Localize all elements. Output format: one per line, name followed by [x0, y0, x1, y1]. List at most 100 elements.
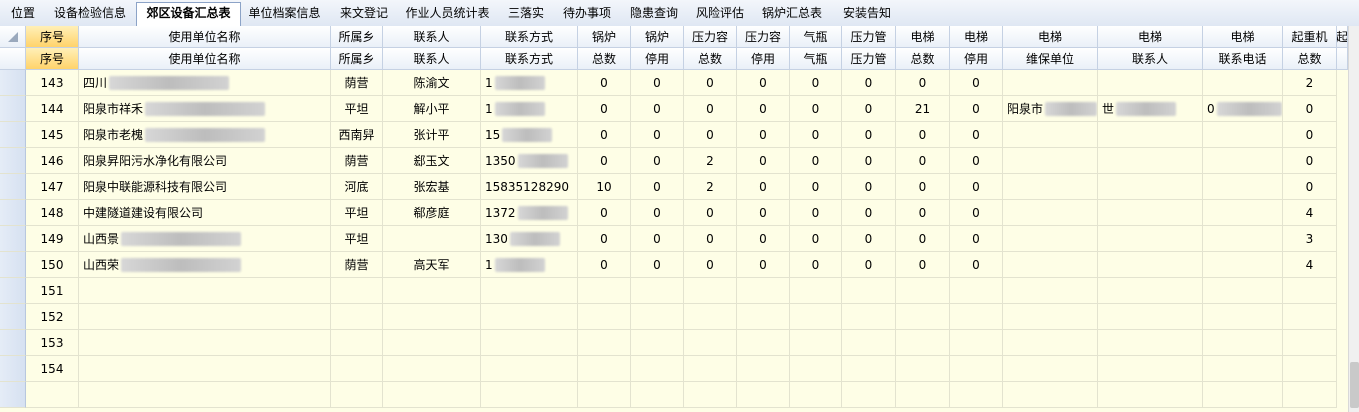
- cell-maint[interactable]: [1003, 304, 1098, 330]
- cell-maint[interactable]: [1003, 70, 1098, 96]
- cell-c6[interactable]: 0: [631, 70, 684, 96]
- cell-mcontact[interactable]: [1098, 356, 1203, 382]
- cell-c9[interactable]: 0: [790, 226, 842, 252]
- cell-contact[interactable]: [383, 226, 481, 252]
- row-header[interactable]: [0, 174, 26, 200]
- cell-c11[interactable]: 0: [896, 122, 950, 148]
- cell-c12[interactable]: 0: [950, 200, 1003, 226]
- column-header[interactable]: [1337, 48, 1348, 70]
- cell-c11[interactable]: 0: [896, 252, 950, 278]
- cell-contact[interactable]: [383, 304, 481, 330]
- table-row[interactable]: 153: [0, 330, 1348, 356]
- cell-crane[interactable]: 2: [1283, 70, 1337, 96]
- cell-c5[interactable]: 0: [578, 226, 631, 252]
- cell-empty[interactable]: [842, 382, 896, 408]
- row-header[interactable]: [0, 382, 26, 408]
- cell-unit[interactable]: 中建隧道建设有限公司: [79, 200, 331, 226]
- cell-maint[interactable]: [1003, 122, 1098, 148]
- cell-unit[interactable]: 山西景: [79, 226, 331, 252]
- cell-c5[interactable]: 0: [578, 70, 631, 96]
- cell-c11[interactable]: [896, 304, 950, 330]
- cell-mphone[interactable]: [1203, 226, 1283, 252]
- column-header[interactable]: 锅炉: [631, 26, 684, 48]
- row-header[interactable]: [0, 226, 26, 252]
- cell-empty[interactable]: [790, 382, 842, 408]
- column-header[interactable]: 气瓶: [790, 48, 842, 70]
- cell-c8[interactable]: [737, 330, 790, 356]
- cell-town[interactable]: [331, 278, 383, 304]
- cell-contact[interactable]: 张计平: [383, 122, 481, 148]
- cell-unit[interactable]: 阳泉市祥禾: [79, 96, 331, 122]
- cell-c9[interactable]: 0: [790, 200, 842, 226]
- cell-c12[interactable]: 0: [950, 70, 1003, 96]
- cell-maint[interactable]: 阳泉市: [1003, 96, 1098, 122]
- cell-c6[interactable]: 0: [631, 96, 684, 122]
- cell-mphone[interactable]: [1203, 304, 1283, 330]
- cell-phone[interactable]: 15: [481, 122, 578, 148]
- cell-phone[interactable]: 1350: [481, 148, 578, 174]
- cell-empty[interactable]: [578, 382, 631, 408]
- cell-c7[interactable]: 0: [684, 226, 737, 252]
- cell-empty[interactable]: [737, 382, 790, 408]
- cell-crane[interactable]: [1283, 278, 1337, 304]
- cell-c6[interactable]: 0: [631, 200, 684, 226]
- cell-c11[interactable]: [896, 278, 950, 304]
- column-header[interactable]: 所属乡: [331, 48, 383, 70]
- cell-empty[interactable]: [1098, 382, 1203, 408]
- cell-town[interactable]: [331, 304, 383, 330]
- cell-mphone[interactable]: [1203, 356, 1283, 382]
- cell-c6[interactable]: [631, 356, 684, 382]
- row-header[interactable]: [0, 122, 26, 148]
- cell-mcontact[interactable]: [1098, 252, 1203, 278]
- cell-mphone[interactable]: 0: [1203, 96, 1283, 122]
- cell-c7[interactable]: [684, 304, 737, 330]
- tab-9[interactable]: 风险评估: [691, 3, 749, 24]
- cell-c7[interactable]: 0: [684, 70, 737, 96]
- row-header[interactable]: [0, 200, 26, 226]
- cell-town[interactable]: 荫营: [331, 70, 383, 96]
- tab-10[interactable]: 锅炉汇总表: [757, 3, 827, 24]
- cell-c10[interactable]: 0: [842, 252, 896, 278]
- cell-c7[interactable]: [684, 330, 737, 356]
- cell-c10[interactable]: 0: [842, 174, 896, 200]
- cell-phone[interactable]: 15835128290: [481, 174, 578, 200]
- cell-mphone[interactable]: [1203, 278, 1283, 304]
- row-header[interactable]: [0, 304, 26, 330]
- table-row[interactable]: 146 阳泉昇阳污水净化有限公司 荫营 郄玉文 1350 0 0 2 0 0 0 0 0 0: [0, 148, 1348, 174]
- cell-town[interactable]: 荫营: [331, 252, 383, 278]
- column-header[interactable]: 电梯: [896, 26, 950, 48]
- row-header[interactable]: [0, 278, 26, 304]
- cell-c8[interactable]: [737, 304, 790, 330]
- column-header[interactable]: 总数: [896, 48, 950, 70]
- column-header[interactable]: 电梯: [1098, 26, 1203, 48]
- table-row[interactable]: 149 山西景 平坦 130 0 0 0 0 0 0 0 0 3: [0, 226, 1348, 252]
- cell-seq[interactable]: 149: [26, 226, 79, 252]
- tab-1[interactable]: 设备检验信息: [48, 3, 132, 24]
- cell-seq[interactable]: 152: [26, 304, 79, 330]
- cell-c10[interactable]: 0: [842, 96, 896, 122]
- cell-contact[interactable]: [383, 356, 481, 382]
- cell-town[interactable]: 平坦: [331, 200, 383, 226]
- cell-c12[interactable]: [950, 330, 1003, 356]
- cell-phone[interactable]: 1372: [481, 200, 578, 226]
- cell-c7[interactable]: 0: [684, 252, 737, 278]
- cell-town[interactable]: 平坦: [331, 226, 383, 252]
- table-row-empty[interactable]: [0, 382, 1348, 408]
- tab-5[interactable]: 作业人员统计表: [400, 3, 495, 24]
- cell-phone[interactable]: [481, 330, 578, 356]
- cell-empty[interactable]: [1203, 382, 1283, 408]
- column-header[interactable]: 联系人: [1098, 48, 1203, 70]
- select-all-corner[interactable]: [0, 26, 26, 48]
- cell-seq[interactable]: 144: [26, 96, 79, 122]
- cell-c5[interactable]: 10: [578, 174, 631, 200]
- cell-c5[interactable]: [578, 356, 631, 382]
- cell-c5[interactable]: [578, 278, 631, 304]
- column-header[interactable]: 联系方式: [481, 26, 578, 48]
- cell-c8[interactable]: 0: [737, 200, 790, 226]
- cell-mphone[interactable]: [1203, 200, 1283, 226]
- cell-c7[interactable]: 0: [684, 200, 737, 226]
- column-header[interactable]: 压力容: [737, 26, 790, 48]
- cell-maint[interactable]: [1003, 200, 1098, 226]
- cell-c5[interactable]: 0: [578, 122, 631, 148]
- cell-crane[interactable]: 0: [1283, 96, 1337, 122]
